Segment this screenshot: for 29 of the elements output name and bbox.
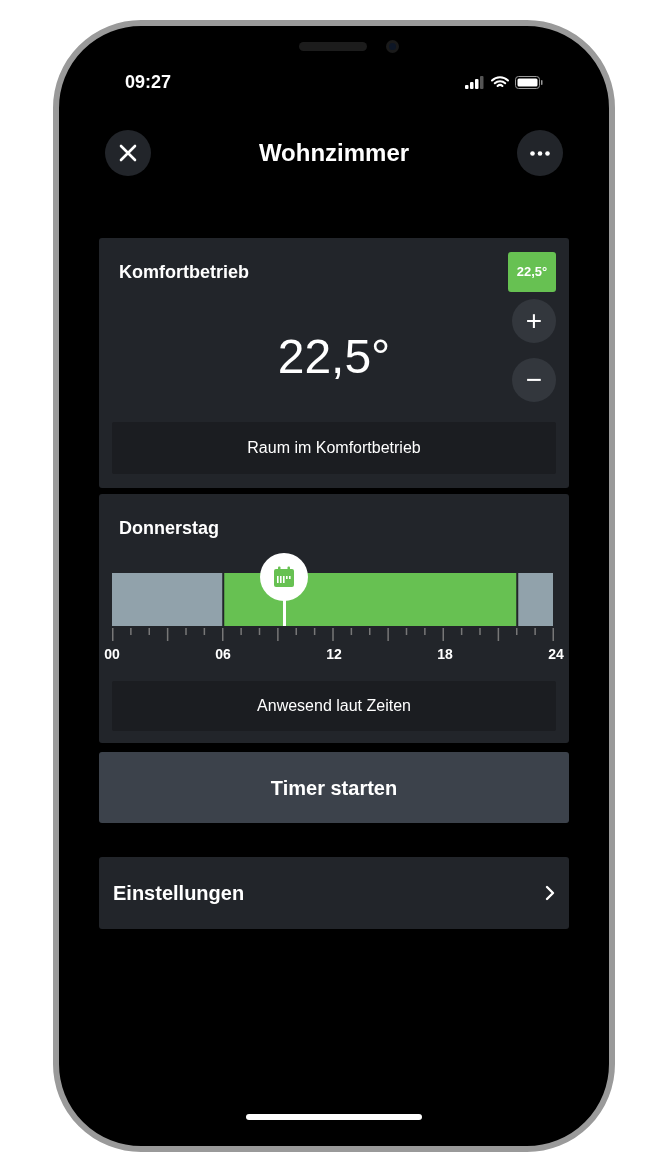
temperature-value: 22,5°: [276, 329, 392, 385]
close-button[interactable]: [105, 130, 151, 176]
settings-row[interactable]: Einstellungen: [99, 857, 569, 929]
more-icon: [530, 150, 550, 156]
calendar-icon: [272, 565, 297, 589]
wifi-icon: [491, 75, 509, 89]
temperature-badge: 22,5°: [508, 252, 556, 292]
status-message: Anwesend laut Zeiten: [112, 681, 556, 731]
speaker-grille: [299, 42, 367, 51]
status-message: Raum im Komfortbetrieb: [112, 422, 556, 474]
signal-icon: [465, 75, 485, 89]
decrease-button[interactable]: −: [512, 357, 556, 402]
card-title: Komfortbetrieb: [118, 260, 249, 284]
status-time: 09:27: [125, 70, 172, 94]
increase-button[interactable]: +: [512, 298, 556, 343]
chevron-right-icon: [545, 885, 555, 901]
page-title: Wohnzimmer: [258, 138, 410, 168]
time-marker[interactable]: [260, 553, 309, 601]
camera-icon: [386, 40, 399, 53]
more-button[interactable]: [517, 130, 563, 176]
axis-label: 00: [104, 645, 120, 663]
axis-label: 18: [437, 645, 453, 663]
timer-button[interactable]: Timer starten: [99, 752, 569, 823]
card-title: Donnerstag: [118, 517, 220, 540]
battery-icon: [515, 75, 543, 89]
axis-label: 06: [215, 645, 231, 663]
axis-label: 24: [548, 645, 564, 663]
close-icon: [119, 144, 137, 162]
axis-label: 12: [326, 645, 342, 663]
